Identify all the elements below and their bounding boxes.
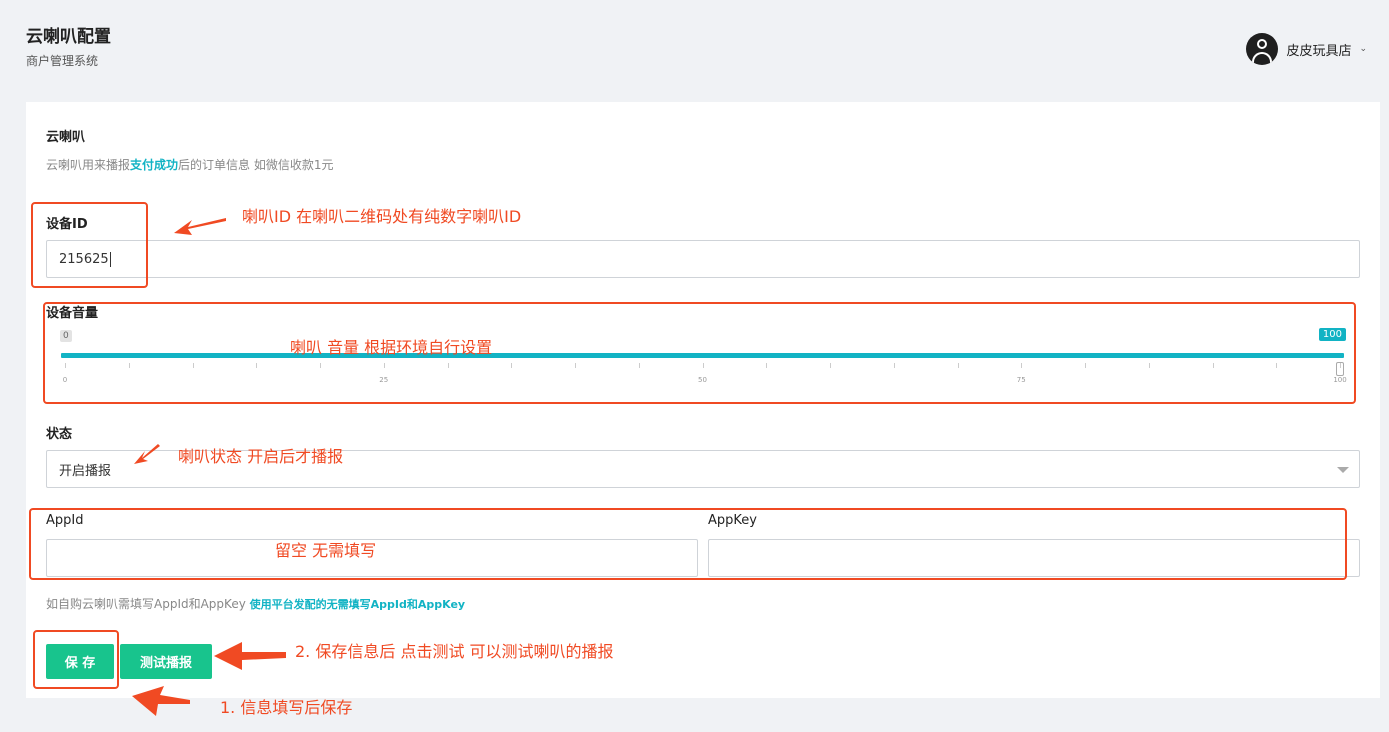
annotation-box-device-id <box>31 202 148 288</box>
annotation-app: 留空 无需填写 <box>275 541 377 560</box>
annotation-test: 2. 保存信息后 点击测试 可以测试喇叭的播报 <box>295 642 614 661</box>
annotation-save: 1. 信息填写后保存 <box>220 698 353 717</box>
page-title: 云喇叭配置 <box>26 27 111 47</box>
annotation-volume: 喇叭 音量 根据环境自行设置 <box>290 338 493 357</box>
annotation-box-save <box>33 630 119 689</box>
arrow-icon <box>214 642 286 670</box>
avatar-icon[interactable] <box>1246 33 1279 65</box>
user-menu[interactable]: 皮皮玩具店 ⌄ <box>1246 33 1367 65</box>
section-description: 云喇叭用来播报支付成功后的订单信息 如微信收款1元 <box>46 156 333 173</box>
test-broadcast-button[interactable]: 测试播报 <box>120 644 212 679</box>
arrow-icon <box>174 218 226 235</box>
help-text: 如自购云喇叭需填写AppId和AppKey 使用平台发配的无需填写AppId和A… <box>46 595 465 612</box>
help-text-main: 如自购云喇叭需填写AppId和AppKey <box>46 597 246 611</box>
dropdown-arrow-icon[interactable] <box>1337 467 1349 473</box>
desc-text: 云喇叭用来播报 <box>46 158 131 172</box>
annotation-box-volume <box>43 302 1356 404</box>
status-selected-value: 开启播报 <box>59 463 112 479</box>
annotation-device-id: 喇叭ID 在喇叭二维码处有纯数字喇叭ID <box>242 207 522 226</box>
arrow-icon <box>134 444 160 464</box>
desc-highlight: 支付成功 <box>130 158 179 172</box>
arrow-icon <box>132 686 190 716</box>
annotation-status: 喇叭状态 开启后才播报 <box>178 447 344 466</box>
section-title: 云喇叭 <box>46 130 86 145</box>
device-id-input[interactable]: 215625 <box>46 240 1360 278</box>
help-text-highlight: 使用平台发配的无需填写AppId和AppKey <box>249 598 466 611</box>
desc-text-end: 后的订单信息 如微信收款1元 <box>178 158 334 172</box>
page-header: 云喇叭配置 商户管理系统 皮皮玩具店 ⌄ <box>0 0 1389 100</box>
page-subtitle: 商户管理系统 <box>26 54 99 68</box>
status-label: 状态 <box>46 427 73 442</box>
user-name[interactable]: 皮皮玩具店 <box>1286 40 1351 59</box>
chevron-down-icon[interactable]: ⌄ <box>1359 44 1367 54</box>
annotation-box-app <box>29 508 1347 580</box>
